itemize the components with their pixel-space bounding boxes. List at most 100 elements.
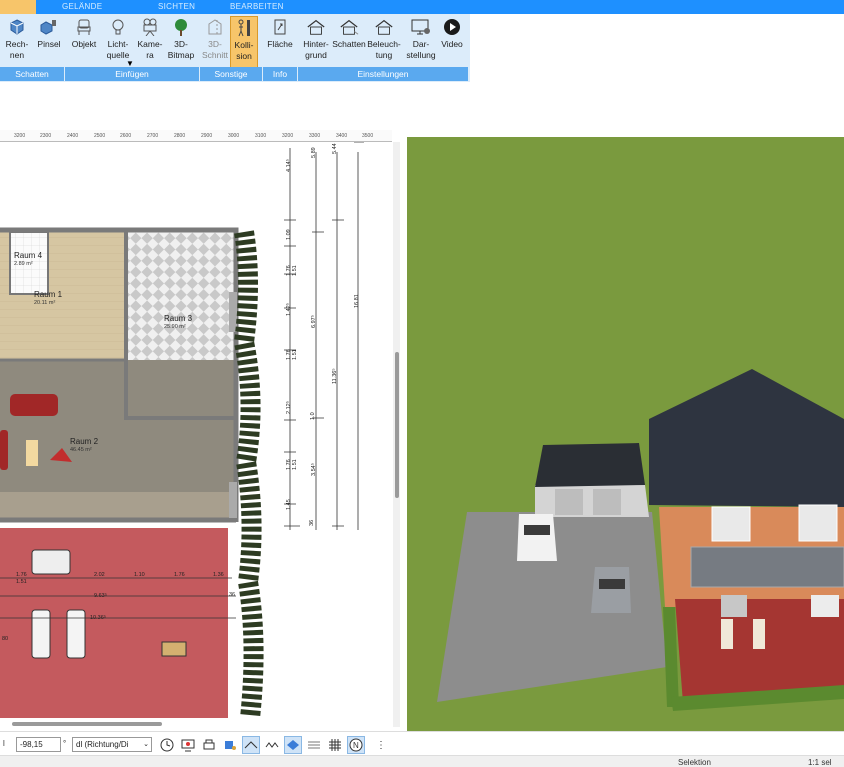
beleuchtung-button[interactable]: Beleuch- tung bbox=[367, 16, 401, 68]
dim-label: 36 bbox=[309, 519, 315, 526]
group-label-einfuegen: Einfügen bbox=[65, 67, 199, 81]
status-mode: Selektion bbox=[678, 758, 711, 767]
sofa-icon[interactable] bbox=[10, 394, 58, 416]
dim-label: 1.51 bbox=[16, 579, 27, 585]
dim-label: 1.09 bbox=[286, 229, 292, 240]
3d-scene bbox=[407, 137, 844, 731]
dim-label: 80 bbox=[2, 636, 9, 642]
room-2-area: 46.45 m² bbox=[70, 447, 92, 453]
angle-input[interactable]: -98,15 bbox=[16, 737, 61, 752]
printer-icon[interactable] bbox=[200, 736, 218, 754]
garden-bench-icon[interactable] bbox=[31, 549, 71, 575]
svg-text:N: N bbox=[353, 741, 359, 750]
monitor-icon[interactable] bbox=[179, 736, 197, 754]
plan-drawing bbox=[0, 142, 364, 718]
angle-label: l bbox=[3, 739, 5, 748]
more-options-icon[interactable]: ⋮ bbox=[372, 736, 390, 754]
north-compass-icon[interactable]: N bbox=[347, 736, 365, 754]
chevron-down-icon: ⌄ bbox=[143, 741, 149, 748]
tab-bearbeiten[interactable]: BEARBEITEN bbox=[230, 2, 284, 11]
group-label-sonstige: Sonstige bbox=[200, 67, 262, 81]
dim-label: 5.89 bbox=[311, 147, 317, 158]
cube-icon bbox=[7, 17, 27, 37]
dim-label: 1.36 bbox=[213, 572, 224, 578]
play-icon bbox=[442, 17, 462, 37]
chair-icon bbox=[74, 17, 94, 37]
texture-tool-icon[interactable] bbox=[305, 736, 323, 754]
kamera-button[interactable]: Kame- ra bbox=[135, 16, 165, 68]
3d-view[interactable] bbox=[407, 137, 844, 731]
hintergrund-button[interactable]: Hinter- grund bbox=[298, 16, 334, 68]
dim-label: 1.51 bbox=[292, 265, 298, 276]
dim-label: 6.97⁵ bbox=[311, 315, 317, 328]
clock-icon[interactable] bbox=[158, 736, 176, 754]
room-4-label: Raum 4 bbox=[14, 251, 43, 260]
dim-label: 4.14⁵ bbox=[286, 159, 292, 172]
area-measure-icon bbox=[270, 17, 290, 37]
group-label-info: Info bbox=[263, 67, 297, 81]
room-1-label: Raum 1 bbox=[34, 290, 63, 299]
angle-unit: ° bbox=[63, 739, 67, 748]
tab-gelaende[interactable]: GELÄNDE bbox=[62, 2, 102, 11]
rechnen-button[interactable]: Rech- nen bbox=[3, 16, 31, 68]
sunlounger-2-icon[interactable] bbox=[66, 609, 86, 659]
flaeche-button[interactable]: Fläche bbox=[264, 16, 296, 68]
schatten-button[interactable]: Schatten bbox=[332, 16, 366, 68]
direction-select[interactable]: dl (Richtung/Di ⌄ bbox=[72, 737, 152, 752]
dim-label: 1.51 bbox=[292, 459, 298, 470]
group-label-einstellungen: Einstellungen bbox=[298, 67, 468, 81]
tree-icon bbox=[171, 17, 191, 37]
plan-vertical-scrollbar[interactable] bbox=[393, 142, 400, 727]
lichtquelle-button[interactable]: Licht- quelle ▼ bbox=[101, 16, 135, 68]
light-bulb-icon bbox=[108, 17, 128, 37]
status-bar: Selektion 1:1 sel bbox=[0, 755, 844, 767]
house-light-icon bbox=[374, 17, 394, 37]
dim-label: 9.63⁵ bbox=[94, 593, 107, 599]
darstellung-button[interactable]: Dar- stellung bbox=[405, 16, 437, 68]
dim-label: 3.54⁵ bbox=[311, 463, 317, 476]
paint-icon[interactable] bbox=[221, 736, 239, 754]
roof-tool-icon[interactable] bbox=[242, 736, 260, 754]
brush-cube-icon bbox=[39, 17, 59, 37]
video-button[interactable]: Video bbox=[438, 16, 466, 68]
sunlounger-1-icon[interactable] bbox=[31, 609, 51, 659]
scrollbar-thumb[interactable] bbox=[395, 352, 399, 498]
dim-label: 2.02 bbox=[94, 572, 105, 578]
group-label-schatten: Schatten bbox=[0, 67, 64, 81]
kollision-button[interactable]: Kolli- sion bbox=[230, 16, 258, 68]
wave-tool-icon[interactable] bbox=[263, 736, 281, 754]
silver-car bbox=[591, 567, 631, 613]
dim-label: 2.12⁵ bbox=[286, 401, 292, 414]
section-cut-icon bbox=[205, 17, 225, 37]
scrollbar-thumb[interactable] bbox=[12, 722, 162, 726]
dim-label: 1.76 bbox=[16, 572, 27, 578]
house-background-icon bbox=[306, 17, 326, 37]
status-selection: 1:1 sel bbox=[808, 758, 832, 767]
ribbon: Rech- nen Pinsel Objekt Licht- quelle ▼ … bbox=[0, 14, 470, 82]
person-wall-icon bbox=[234, 18, 254, 38]
layer-tool-icon[interactable] bbox=[284, 736, 302, 754]
dim-label: 11.36⁵ bbox=[332, 368, 338, 384]
dim-label: 1.51 bbox=[292, 349, 298, 360]
floor-plan-view[interactable]: 3200 2300 2400 2500 2600 2700 2800 2900 … bbox=[0, 130, 400, 730]
bitmap-3d-button[interactable]: 3D- Bitmap bbox=[166, 16, 196, 68]
room-4-area: 2.89 m² bbox=[14, 261, 33, 267]
grid-icon[interactable] bbox=[326, 736, 344, 754]
plan-horizontal-scrollbar[interactable] bbox=[0, 718, 392, 730]
active-tab-indicator bbox=[0, 0, 36, 14]
dim-label: 1.42⁵ bbox=[286, 303, 292, 316]
dim-label: 1.76 bbox=[174, 572, 185, 578]
schnitt-3d-button[interactable]: 3D- Schnitt bbox=[200, 16, 230, 68]
hedge[interactable] bbox=[233, 230, 264, 718]
room-2-label: Raum 2 bbox=[70, 437, 99, 446]
room-1-area: 20.11 m² bbox=[34, 300, 56, 306]
dim-label: 10.36⁵ bbox=[90, 615, 107, 621]
pinsel-button[interactable]: Pinsel bbox=[34, 16, 64, 68]
dim-label: 5.44 bbox=[332, 143, 338, 154]
horizontal-ruler: 3200 2300 2400 2500 2600 2700 2800 2900 … bbox=[0, 130, 392, 142]
tab-sichten[interactable]: SICHTEN bbox=[158, 2, 195, 11]
objekt-button[interactable]: Objekt bbox=[68, 16, 100, 68]
garage-roof bbox=[535, 443, 645, 487]
house-shadow-icon bbox=[339, 17, 359, 37]
bottom-toolbar: l -98,15 ° dl (Richtung/Di ⌄ N ⋮ bbox=[0, 731, 844, 755]
